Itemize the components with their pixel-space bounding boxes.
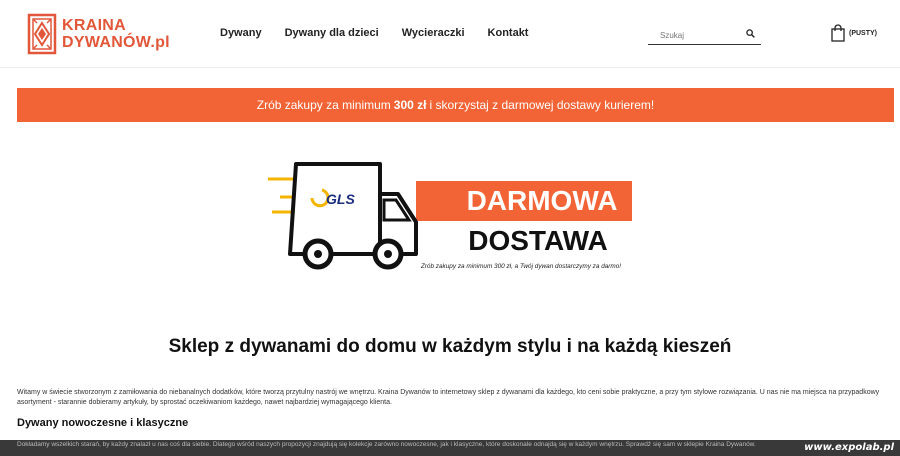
- promo-caption: Zrób zakupy za minimum 300 zł, a Twój dy…: [420, 263, 621, 270]
- truck-icon: [288, 162, 418, 270]
- promo-line-1: DARMOWA: [467, 185, 618, 216]
- site-header: KRAINA DYWANÓW.pl Dywany Dywany dla dzie…: [0, 0, 900, 68]
- nav-item-dywany-dla-dzieci[interactable]: Dywany dla dzieci: [285, 27, 379, 39]
- gls-text: GLS: [326, 191, 355, 207]
- banner-text-before: Zrób zakupy za minimum: [256, 98, 391, 112]
- logo-line-1: KRAINA: [62, 17, 127, 34]
- bottom-overlay-strip: Dokładamy wszelkich starań, by każdy zna…: [0, 440, 900, 456]
- shopping-bag-icon: [831, 24, 845, 42]
- nav-item-kontakt[interactable]: Kontakt: [488, 27, 529, 39]
- section-paragraph: Dokładamy wszelkich starań, by każdy zna…: [17, 441, 756, 448]
- free-delivery-promo: GLS DARMOWA DOSTAWA Zrób zakupy za minim…: [268, 162, 632, 270]
- banner-amount: 300 zł: [393, 98, 427, 112]
- watermark: www.expolab.pl: [804, 442, 894, 453]
- promo-line-2: DOSTAWA: [468, 225, 607, 256]
- cart-status: (PUSTY): [849, 29, 877, 37]
- site-logo[interactable]: KRAINA DYWANÓW.pl: [27, 13, 170, 55]
- cart-button[interactable]: (PUSTY): [831, 24, 877, 42]
- free-shipping-banner: Zrób zakupy za minimum 300 zł i skorzyst…: [17, 88, 894, 122]
- intro-paragraph: Witamy w świecie stworzonym z zamiłowani…: [17, 389, 880, 406]
- search-input[interactable]: [648, 26, 738, 45]
- logo-text: KRAINA DYWANÓW.pl: [62, 17, 170, 51]
- section-heading: Dywany nowoczesne i klasyczne: [17, 417, 189, 429]
- main-nav: Dywany Dywany dla dzieci Wycieraczki Kon…: [220, 27, 551, 39]
- search-icon[interactable]: [746, 29, 755, 38]
- carpet-logo-icon: [27, 13, 57, 55]
- nav-item-wycieraczki[interactable]: Wycieraczki: [402, 27, 465, 39]
- banner-text-after: i skorzystaj z darmowej dostawy kurierem…: [429, 98, 655, 112]
- logo-line-2: DYWANÓW.pl: [62, 34, 170, 51]
- page-title: Sklep z dywanami do domu w każdym stylu …: [168, 336, 732, 357]
- search-box: [648, 25, 761, 45]
- nav-item-dywany[interactable]: Dywany: [220, 27, 262, 39]
